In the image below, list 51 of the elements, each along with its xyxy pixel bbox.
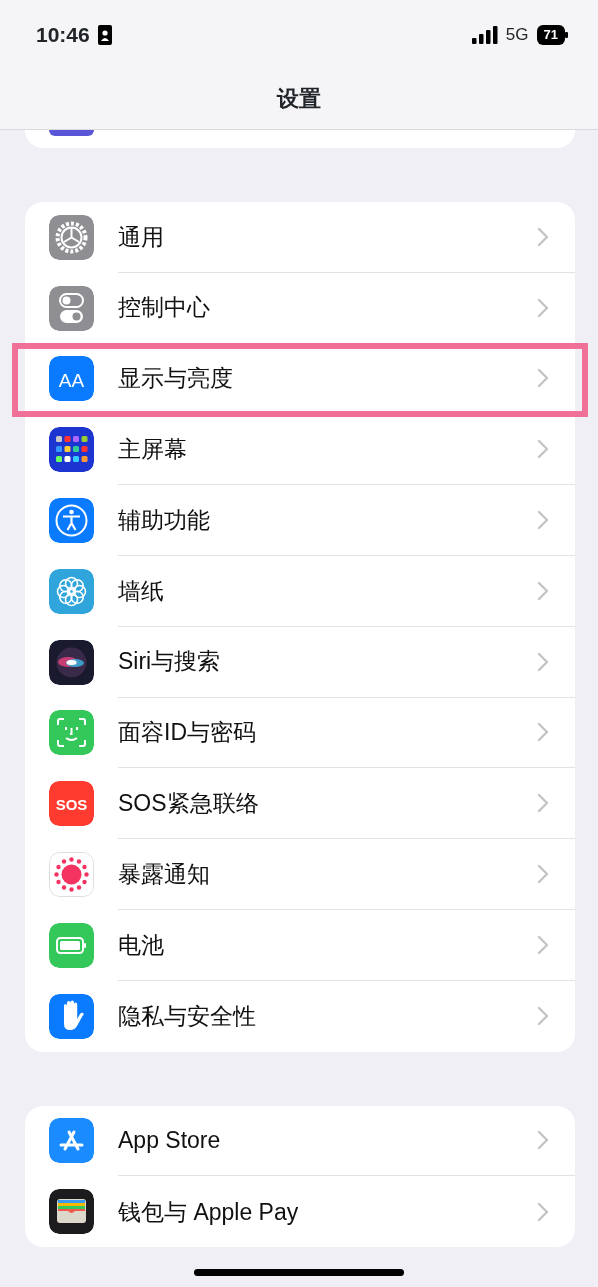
settings-item[interactable]: 面容ID与密码	[118, 715, 537, 750]
home-indicator[interactable]	[194, 1269, 404, 1277]
signal-icon	[471, 26, 498, 44]
settings-item[interactable]: 钱包与 Apple Pay	[118, 1194, 537, 1229]
settings-item[interactable]: 显示与亮度	[118, 361, 537, 396]
settings-item[interactable]: 隐私与安全性	[118, 998, 537, 1034]
chevron-right-icon	[537, 864, 549, 885]
chevron-right-icon	[537, 510, 549, 531]
settings-item[interactable]: 暴露通知	[118, 856, 537, 892]
chevron-right-icon	[537, 439, 549, 460]
text-size-icon: AA	[49, 356, 94, 402]
chevron-right-icon	[537, 297, 549, 318]
page-title: 设置	[275, 85, 322, 113]
settings-item[interactable]: Siri与搜索	[118, 644, 537, 679]
chevron-right-icon	[537, 722, 549, 743]
chevron-right-icon	[537, 1201, 549, 1222]
portrait-icon	[97, 25, 112, 45]
settings-item[interactable]: 主屏幕	[118, 432, 537, 467]
chevron-right-icon	[537, 1006, 549, 1027]
gear-icon	[49, 214, 94, 260]
settings-item[interactable]: 电池	[118, 927, 537, 963]
toggle-icon	[49, 285, 94, 331]
battery-tip-icon	[565, 32, 568, 38]
flower-icon	[49, 568, 94, 614]
status-time: 10:46	[36, 22, 90, 49]
battery-level: 71	[536, 25, 565, 45]
app-store-icon	[49, 1118, 94, 1164]
chevron-right-icon	[537, 934, 549, 955]
chevron-right-icon	[537, 226, 549, 247]
accessibility-icon	[49, 498, 94, 544]
chevron-right-icon	[537, 651, 549, 672]
network-type: 5G	[505, 24, 529, 47]
app-icon[interactable]	[49, 130, 94, 136]
settings-item[interactable]: 墙纸	[118, 573, 537, 609]
settings-item[interactable]: 通用	[118, 219, 537, 255]
chevron-right-icon	[537, 368, 549, 389]
face-icon	[49, 710, 94, 756]
settings-item[interactable]: App Store	[118, 1123, 537, 1158]
settings-item[interactable]: 控制中心	[118, 290, 537, 325]
sun-icon	[49, 852, 94, 898]
sos-icon: SOS	[49, 781, 94, 827]
battery-icon	[49, 922, 94, 968]
chevron-right-icon	[537, 1130, 549, 1151]
settings-item[interactable]: SOS紧急联络	[118, 786, 537, 821]
chevron-right-icon	[537, 793, 549, 814]
chevron-right-icon	[537, 580, 549, 601]
app-grid-icon	[49, 427, 94, 473]
hand-icon	[49, 993, 94, 1039]
orb-icon	[49, 639, 94, 685]
settings-item[interactable]: 辅助功能	[118, 502, 537, 538]
wallet-icon	[49, 1189, 94, 1235]
